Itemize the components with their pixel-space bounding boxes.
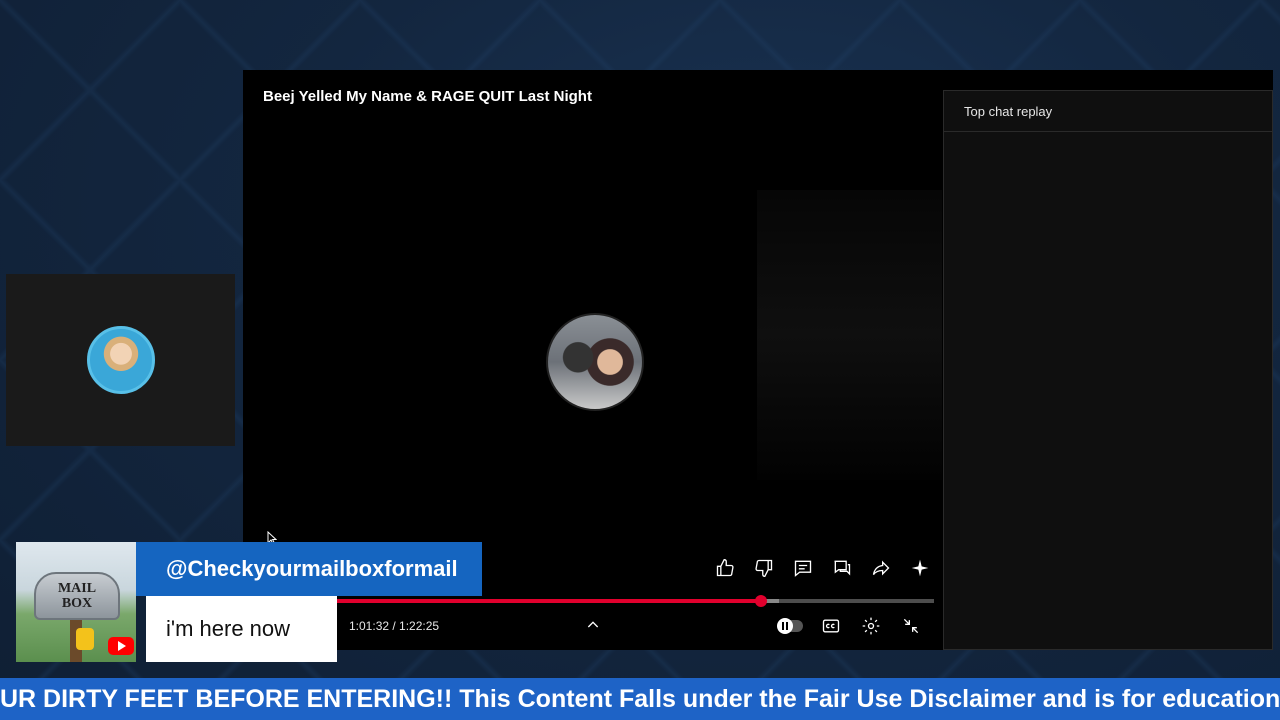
progress-bar[interactable]: [337, 595, 934, 607]
progress-played: [337, 599, 761, 603]
chat-header[interactable]: Top chat replay: [944, 91, 1272, 132]
chat-card-message: i'm here now: [146, 596, 337, 662]
live-chat-icon[interactable]: [822, 555, 861, 581]
like-icon[interactable]: [705, 555, 744, 581]
comments-icon[interactable]: [783, 555, 822, 581]
share-icon[interactable]: [861, 555, 900, 581]
pause-icon: [782, 622, 788, 630]
chat-card-image: MAIL BOX: [16, 542, 136, 662]
time-display: 1:01:32 / 1:22:25: [349, 619, 440, 633]
chat-card-username: @Checkyourmailboxformail: [136, 542, 482, 596]
youtube-logo-icon: [108, 637, 134, 655]
dislike-icon[interactable]: [744, 555, 783, 581]
chevron-up-icon[interactable]: [583, 615, 603, 635]
video-actions: [705, 555, 939, 581]
progress-scrubber[interactable]: [754, 595, 767, 607]
ticker-text: UR DIRTY FEET BEFORE ENTERING!! This Con…: [0, 684, 1280, 713]
video-shade: [757, 190, 942, 480]
autoplay-toggle[interactable]: [771, 614, 811, 638]
chat-panel: Top chat replay: [943, 90, 1273, 650]
video-title: Beej Yelled My Name & RAGE QUIT Last Nig…: [263, 88, 592, 105]
channel-avatar: [546, 313, 644, 411]
streamer-avatar: [87, 326, 155, 394]
sparkle-icon[interactable]: [900, 555, 939, 581]
yellow-flower: [76, 628, 94, 650]
settings-icon[interactable]: [851, 614, 891, 638]
scrolling-ticker: UR DIRTY FEET BEFORE ENTERING!! This Con…: [0, 678, 1280, 720]
mailbox-text-line2: BOX: [61, 596, 93, 611]
mailbox-text-line1: MAIL: [57, 581, 97, 596]
exit-fullscreen-icon[interactable]: [891, 614, 931, 638]
captions-icon[interactable]: [811, 614, 851, 638]
mailbox-graphic: MAIL BOX: [34, 572, 120, 620]
player-controls: [771, 614, 931, 638]
